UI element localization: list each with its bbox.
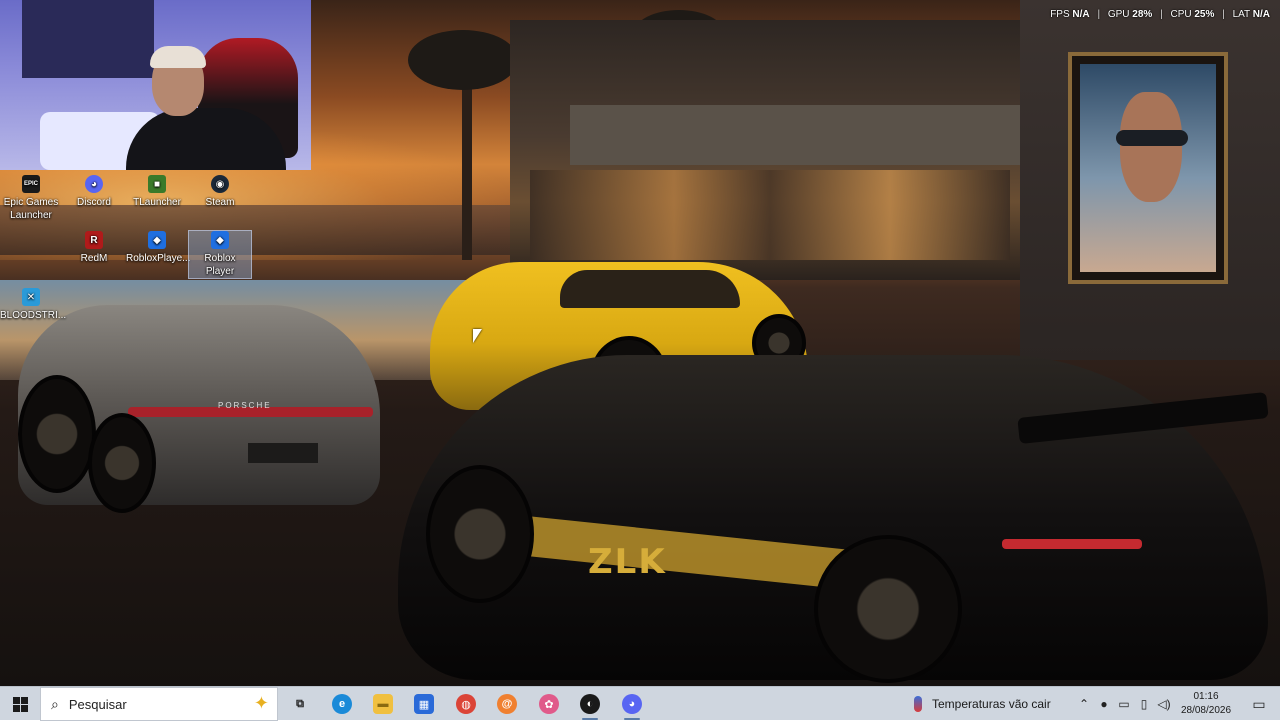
fps-value: N/A xyxy=(1072,9,1090,20)
swirl-app-icon: @ xyxy=(497,694,517,714)
flower-app-icon: ✿ xyxy=(539,694,559,714)
house-roof xyxy=(570,105,1030,165)
performance-overlay: FPS N/A | GPU 28% | CPU 25% | LAT N/A xyxy=(1050,9,1270,20)
gray-sports-car: PORSCHE xyxy=(18,305,380,513)
desktop-icon-redm[interactable]: R RedM xyxy=(63,231,125,265)
roblox-icon: ◆ xyxy=(211,231,229,249)
thermometer-icon xyxy=(914,696,922,712)
taskbar-clock[interactable]: 01:16 28/08/2026 xyxy=(1176,687,1236,721)
notification-center-icon[interactable]: ▭ xyxy=(1238,687,1280,721)
fps-label: FPS xyxy=(1050,9,1070,20)
house-windows xyxy=(530,170,1010,260)
search-placeholder: Pesquisar xyxy=(68,696,127,712)
gray-car-wheel xyxy=(88,413,156,513)
epic-games-icon: EPIC xyxy=(22,175,40,193)
taskbar-obs[interactable]: ◐ xyxy=(570,687,610,721)
store-icon: ▦ xyxy=(414,694,434,714)
network-icon[interactable]: ▭ xyxy=(1114,687,1134,721)
taskbar-task-view[interactable]: ⧉ xyxy=(280,687,320,721)
taskbar-discord[interactable]: ◕ xyxy=(612,687,652,721)
desktop-icon-label: RobloxPlaye... xyxy=(126,253,191,264)
weather-text: Temperaturas vão cair xyxy=(932,697,1051,711)
task-view-icon: ⧉ xyxy=(296,697,304,710)
edge-icon: e xyxy=(332,694,352,714)
overlay-separator: | xyxy=(1097,9,1101,20)
yellow-car-window xyxy=(560,270,740,308)
black-sports-car xyxy=(398,355,1269,683)
desktop-icon-tlauncher[interactable]: ■ TLauncher xyxy=(126,175,188,209)
overlay-separator: | xyxy=(1222,9,1225,20)
desktop-icon-label: Steam xyxy=(205,197,235,208)
desktop-icon-epic-games-launcher[interactable]: EPIC Epic Games Launcher xyxy=(0,175,62,222)
portrait-face xyxy=(1120,92,1182,202)
desktop-icon-discord[interactable]: ◕ Discord xyxy=(63,175,125,209)
lat-value: N/A xyxy=(1252,9,1270,20)
steam-icon: ◉ xyxy=(211,175,229,193)
desktop-icon-label: Discord xyxy=(77,197,111,208)
taskbar-microsoft-store[interactable]: ▦ xyxy=(404,687,444,721)
tlauncher-icon: ■ xyxy=(148,175,166,193)
webcam-person-hair xyxy=(150,46,206,68)
palm-tree-crown xyxy=(408,30,518,90)
roblox-icon: ◆ xyxy=(148,231,166,249)
black-car-wing xyxy=(1017,392,1269,444)
microphone-icon[interactable]: ● xyxy=(1094,687,1114,721)
discord-icon: ◕ xyxy=(85,175,103,193)
desktop-icon-label: Epic Games Launcher xyxy=(3,197,59,221)
folder-icon: ▬ xyxy=(373,694,393,714)
battery-icon[interactable]: ▯ xyxy=(1134,687,1154,721)
palm-tree-trunk xyxy=(462,70,472,260)
desktop-icon-bloodstrike[interactable]: ✕ BLOODSTRI... xyxy=(0,288,67,322)
desktop-icon-roblox-player-1[interactable]: ◆ RobloxPlaye... xyxy=(126,231,191,265)
gpu-value: 28% xyxy=(1132,9,1153,20)
mouse-cursor-icon xyxy=(473,329,482,343)
taskbar-edge[interactable]: e xyxy=(322,687,362,721)
desktop-icon-roblox-player-2[interactable]: ◆ Roblox Player xyxy=(188,230,252,279)
search-icon: ⌕ xyxy=(51,695,59,712)
black-car-wheel xyxy=(426,465,534,603)
gray-car-plate xyxy=(248,443,318,463)
taskbar-chrome[interactable]: ◍ xyxy=(446,687,486,721)
webcam-overlay xyxy=(0,0,311,170)
cpu-value: 25% xyxy=(1194,9,1215,20)
clock-date: 28/08/2026 xyxy=(1180,705,1232,716)
chevron-up-icon[interactable]: ⌃ xyxy=(1074,687,1094,721)
taskbar-swirl-app[interactable]: @ xyxy=(487,687,527,721)
taskbar-search-box[interactable]: ⌕ Pesquisar ✦ xyxy=(40,687,278,721)
gpu-label: GPU xyxy=(1107,9,1130,20)
redm-icon: R xyxy=(85,231,103,249)
taskbar-weather-widget[interactable]: Temperaturas vão cair xyxy=(914,687,1074,721)
taskbar-file-explorer[interactable]: ▬ xyxy=(363,687,403,721)
start-button[interactable] xyxy=(0,687,40,721)
modern-house xyxy=(510,20,1030,280)
black-car-wheel xyxy=(814,535,962,683)
bloodstrike-icon: ✕ xyxy=(22,288,40,306)
desktop-icon-label: RedM xyxy=(80,253,108,264)
discord-icon: ◕ xyxy=(622,694,642,714)
cpu-label: CPU xyxy=(1170,9,1192,20)
webcam-background-window xyxy=(22,0,154,78)
desktop-icon-label: BLOODSTRI... xyxy=(0,310,67,321)
taskbar: ⌕ Pesquisar ✦ ⧉ e ▬ ▦ ◍ @ ✿ ◐ ◕ Temperat… xyxy=(0,686,1280,721)
volume-icon[interactable]: ◁) xyxy=(1154,687,1174,721)
obs-icon: ◐ xyxy=(580,694,600,714)
overlay-separator: | xyxy=(1160,9,1163,20)
portrait-sunglasses xyxy=(1116,130,1188,146)
portrait-frame xyxy=(1068,52,1228,284)
desktop-icon-label: TLauncher xyxy=(133,197,181,208)
chrome-icon: ◍ xyxy=(456,694,476,714)
search-highlight-icon: ✦ xyxy=(253,693,269,713)
black-car-taillight xyxy=(1002,539,1142,549)
windows-logo-icon xyxy=(12,696,28,712)
desktop-icon-label: Roblox Player xyxy=(204,253,236,277)
clock-time: 01:16 xyxy=(1193,691,1219,702)
taskbar-flower-app[interactable]: ✿ xyxy=(529,687,569,721)
portrait-photo xyxy=(1080,64,1216,272)
desktop-icon-steam[interactable]: ◉ Steam xyxy=(189,175,251,209)
car-door-logo: ZLK xyxy=(588,542,667,582)
gray-car-wheel xyxy=(18,375,96,493)
lat-label: LAT xyxy=(1232,9,1250,20)
gray-car-badge: PORSCHE xyxy=(218,401,272,410)
